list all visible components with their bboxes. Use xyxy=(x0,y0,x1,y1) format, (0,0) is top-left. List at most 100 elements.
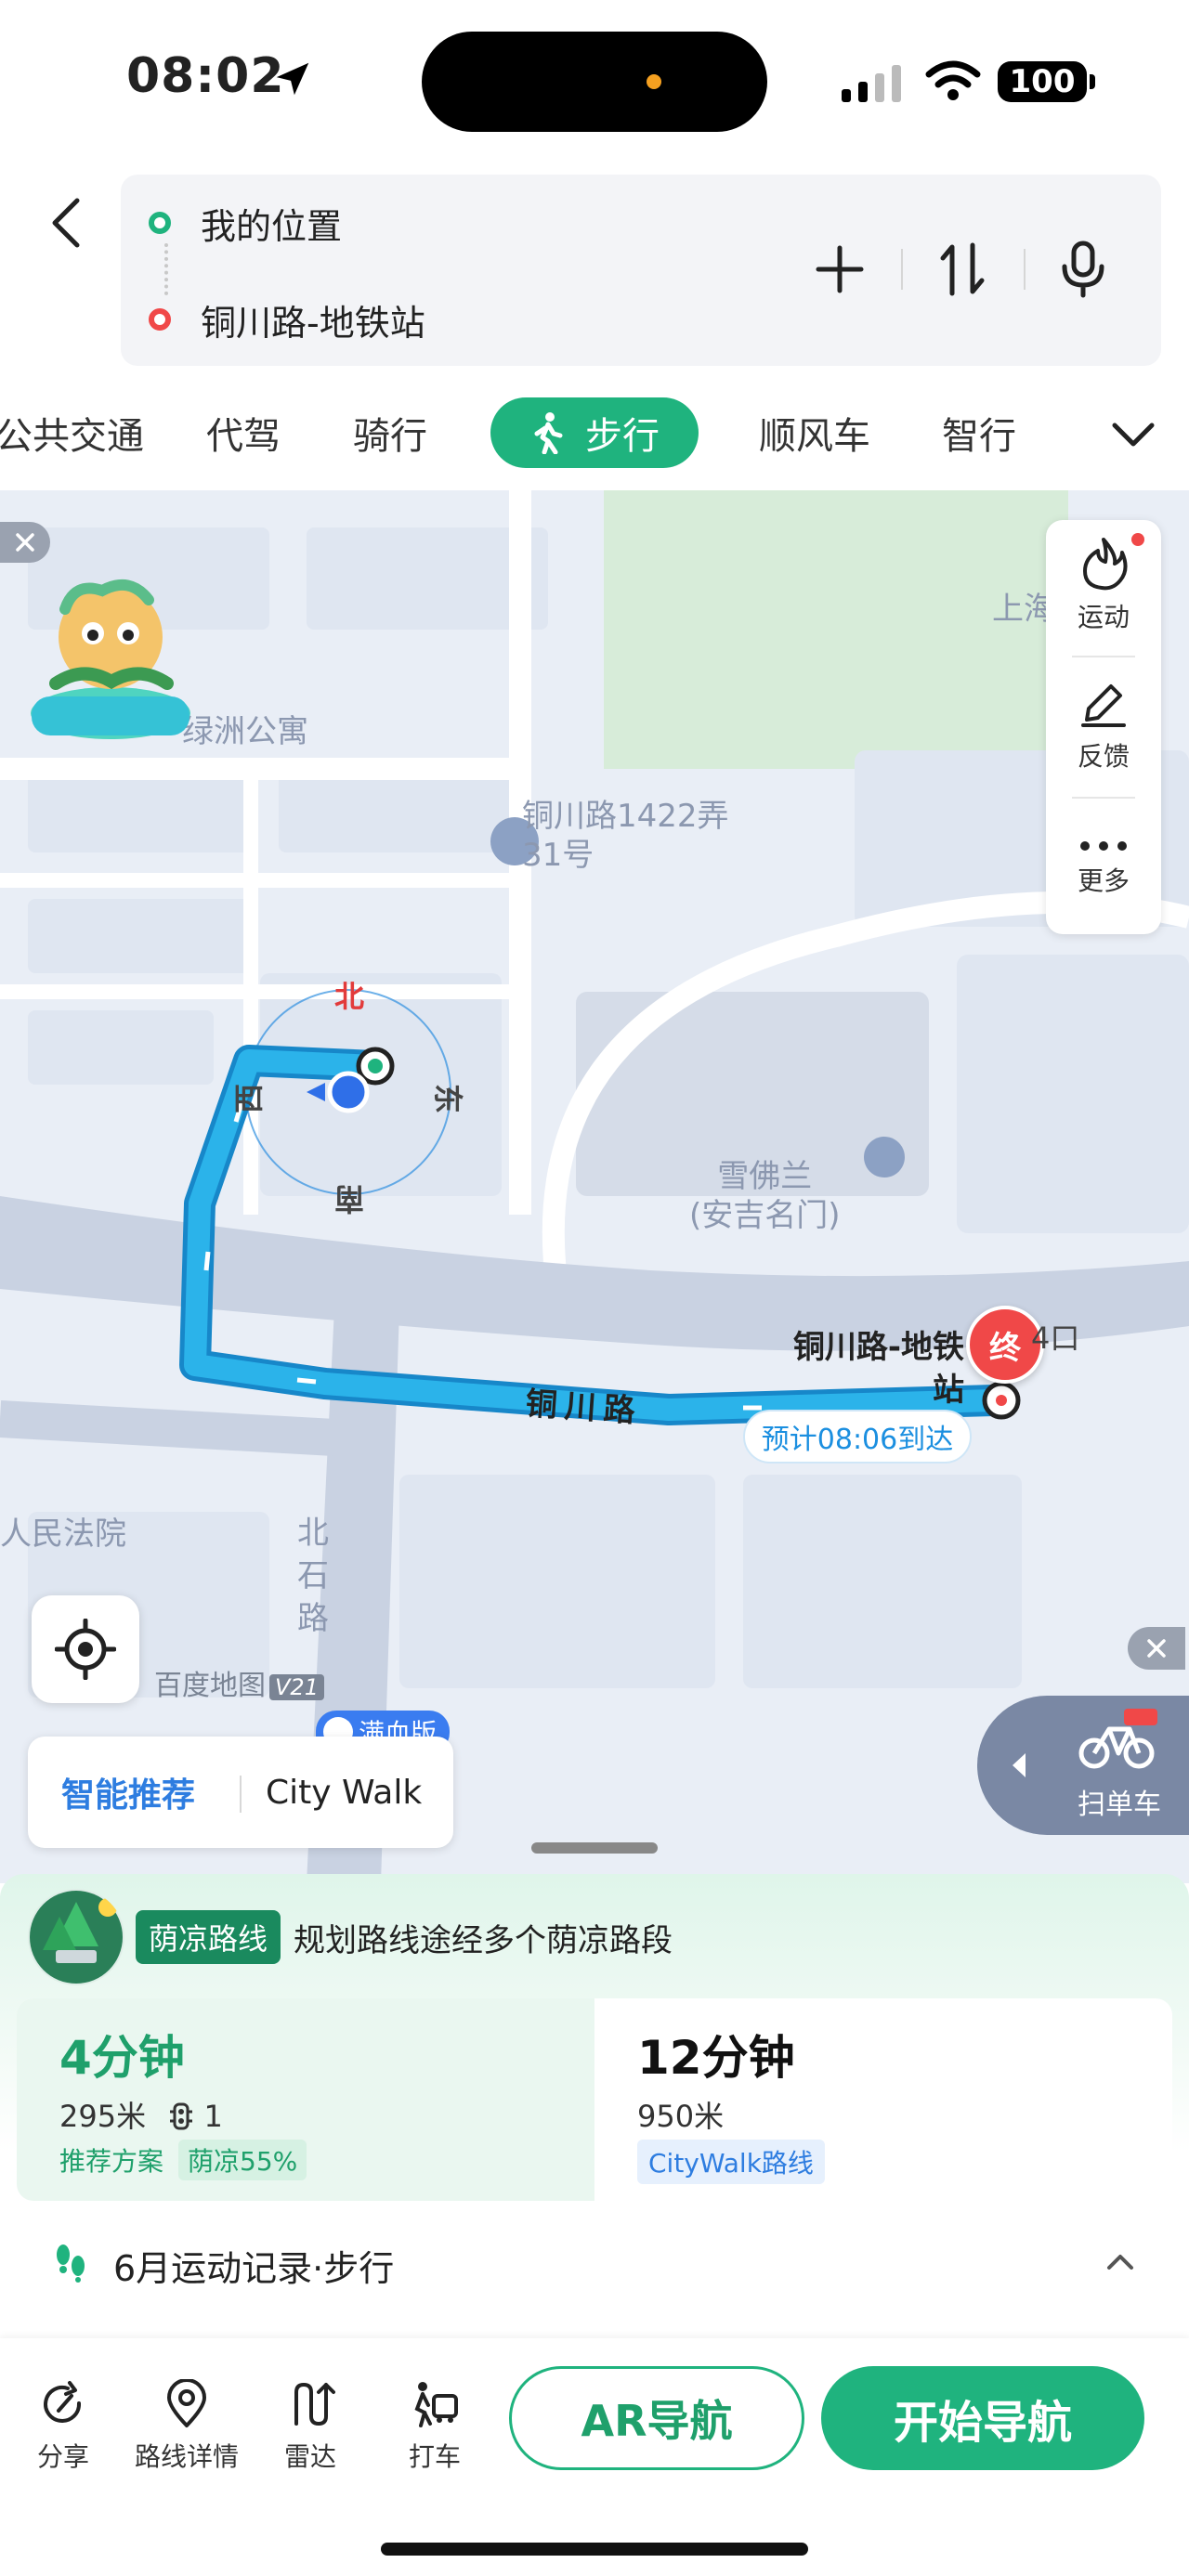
home-indicator xyxy=(381,2543,808,2556)
feedback-label: 反馈 xyxy=(1077,741,1130,772)
locate-icon xyxy=(55,1619,116,1680)
map-label-store: 雪佛兰 (安吉名门) xyxy=(689,1157,841,1235)
tab-smart-travel[interactable]: 智行 xyxy=(933,397,1026,468)
share-label: 分享 xyxy=(36,2441,89,2472)
plan-duration: 12分钟 xyxy=(637,2031,795,2085)
tab-walking[interactable]: 步行 xyxy=(490,397,699,468)
poi-line-2: 31号 xyxy=(522,837,594,874)
dynamic-island xyxy=(422,32,767,132)
sport-record-text: 6月运动记录·步行 xyxy=(113,2248,395,2289)
add-waypoint-button[interactable] xyxy=(803,232,877,306)
taxi-label: 打车 xyxy=(408,2441,461,2472)
end-point-text: 铜川路-地铁站 xyxy=(201,302,425,344)
plan-distance: 950米 xyxy=(637,2099,725,2134)
compass-south: 南 xyxy=(334,1181,365,1216)
sport-label: 运动 xyxy=(1077,602,1130,632)
compass-north: 北 xyxy=(334,979,365,1014)
bike-icon xyxy=(1078,1709,1157,1769)
plan-card-citywalk[interactable]: 12分钟 950米 CityWalk路线 xyxy=(594,1998,1172,2201)
map-label-poi: 铜川路1422弄 31号 xyxy=(522,797,729,875)
sport-button[interactable]: 运动 xyxy=(1046,520,1161,650)
privacy-indicator xyxy=(647,74,661,89)
mascot-image[interactable] xyxy=(28,572,193,745)
route-detail-button[interactable]: 路线详情 xyxy=(128,2379,245,2481)
status-time: 08:02 xyxy=(126,48,285,104)
close-icon xyxy=(1147,1639,1166,1658)
map-brand: 百度地图 V21 xyxy=(154,1662,324,1703)
locate-button[interactable] xyxy=(32,1595,139,1703)
route-detail-label: 路线详情 xyxy=(134,2441,239,2472)
poi-line-1: 铜川路1422弄 xyxy=(522,798,729,835)
shade-route-tag: 荫凉路线 xyxy=(136,1910,281,1964)
plan-tags: CityWalk路线 xyxy=(637,2140,825,2184)
bottom-action-bar: 分享 路线详情 雷达 打车 AR导航 开始导航 xyxy=(0,2338,1189,2576)
compass-west: 西 xyxy=(231,1083,268,1114)
share-icon xyxy=(44,2381,82,2423)
citywalk-button[interactable]: City Walk xyxy=(266,1737,422,1848)
sport-record-row[interactable]: 6月运动记录·步行 xyxy=(0,2216,1189,2309)
start-point-text: 我的位置 xyxy=(201,205,343,247)
voice-input-button[interactable] xyxy=(1046,232,1120,306)
microphone-icon xyxy=(1062,241,1104,298)
side-tools-panel: 运动 反馈 更多 xyxy=(1046,520,1161,934)
close-mascot-button[interactable] xyxy=(0,522,50,563)
more-button[interactable]: 更多 xyxy=(1046,802,1161,932)
close-icon xyxy=(16,533,34,552)
route-detail-icon xyxy=(167,2379,206,2427)
tab-hitch-ride[interactable]: 顺风车 xyxy=(756,397,873,468)
start-dot-icon xyxy=(149,212,171,234)
eta-label: 预计08:06到达 xyxy=(743,1410,972,1464)
start-point-field[interactable]: 我的位置 xyxy=(149,186,855,260)
map-view[interactable]: 绿洲公寓 铜川路1422弄 31号 雪佛兰 (安吉名门) 人民法院 上海 铜川路 北… xyxy=(0,490,1189,1883)
swap-route-button[interactable] xyxy=(925,232,1000,306)
location-arrow-icon xyxy=(276,62,309,96)
destination-label: 铜川路-地铁站 xyxy=(792,1329,964,1409)
smart-recommend-button[interactable]: 智能推荐 xyxy=(61,1737,195,1848)
plan-duration: 4分钟 xyxy=(59,2031,185,2085)
plan-card-recommended[interactable]: 4分钟 295米 1 推荐方案 荫凉55% xyxy=(17,1998,594,2201)
plan-tags: 推荐方案 荫凉55% xyxy=(59,2140,307,2180)
map-label-apartment: 绿洲公寓 xyxy=(182,713,308,750)
pencil-icon xyxy=(1081,684,1126,727)
recommended-tag: 推荐方案 xyxy=(59,2146,164,2177)
taxi-icon xyxy=(414,2382,458,2427)
start-navigation-button[interactable]: 开始导航 xyxy=(821,2366,1144,2470)
end-dot-icon xyxy=(149,308,171,331)
taxi-button[interactable]: 打车 xyxy=(405,2379,464,2481)
exit-label: 4口 xyxy=(1031,1321,1080,1356)
walking-person-icon xyxy=(534,412,563,454)
divider xyxy=(1072,797,1135,799)
feedback-button[interactable]: 反馈 xyxy=(1046,661,1161,791)
chevron-up-icon[interactable] xyxy=(1104,2247,1137,2275)
share-button[interactable]: 分享 xyxy=(33,2379,93,2481)
store-line-1: 雪佛兰 xyxy=(717,1158,813,1195)
sheet-drag-handle[interactable] xyxy=(531,1842,658,1854)
plan-distance: 295米 1 xyxy=(59,2093,223,2136)
map-label-court: 人民法院 xyxy=(0,1516,126,1553)
plus-icon xyxy=(816,245,864,293)
tab-designated-driver[interactable]: 代驾 xyxy=(197,397,290,468)
status-bar: 08:02 100 xyxy=(0,0,1189,158)
ar-navigation-button[interactable]: AR导航 xyxy=(509,2366,804,2470)
travel-mode-tabs: 公共交通 代驾 骑行 步行 顺风车 智行 xyxy=(0,381,1189,483)
shade-percent-tag: 荫凉55% xyxy=(178,2140,307,2180)
radar-button[interactable]: 雷达 xyxy=(281,2379,340,2481)
battery-indicator: 100 xyxy=(998,61,1095,102)
close-scan-button[interactable] xyxy=(1128,1627,1185,1670)
flame-icon xyxy=(1083,538,1128,591)
tab-public-transit[interactable]: 公共交通 xyxy=(0,397,144,468)
route-plans: 4分钟 295米 1 推荐方案 荫凉55% 12分钟 950米 CityWalk… xyxy=(17,1998,1172,2201)
tree-icon xyxy=(28,1889,124,1985)
distance-text: 295米 xyxy=(59,2099,147,2134)
traffic-light-count: 1 xyxy=(203,2099,223,2134)
end-point-field[interactable]: 铜川路-地铁站 xyxy=(149,282,855,357)
tab-walking-label: 步行 xyxy=(585,415,660,458)
shade-route-banner: 荫凉路线 规划路线途经多个荫凉路段 xyxy=(28,1889,673,1985)
route-separator xyxy=(901,249,903,290)
divider xyxy=(240,1776,242,1813)
scan-bike-label: 扫单车 xyxy=(1078,1789,1161,1821)
chevron-down-icon[interactable] xyxy=(1105,409,1161,461)
store-line-2: (安吉名门) xyxy=(689,1197,841,1234)
tab-cycling[interactable]: 骑行 xyxy=(344,397,437,468)
back-button[interactable] xyxy=(37,190,93,255)
